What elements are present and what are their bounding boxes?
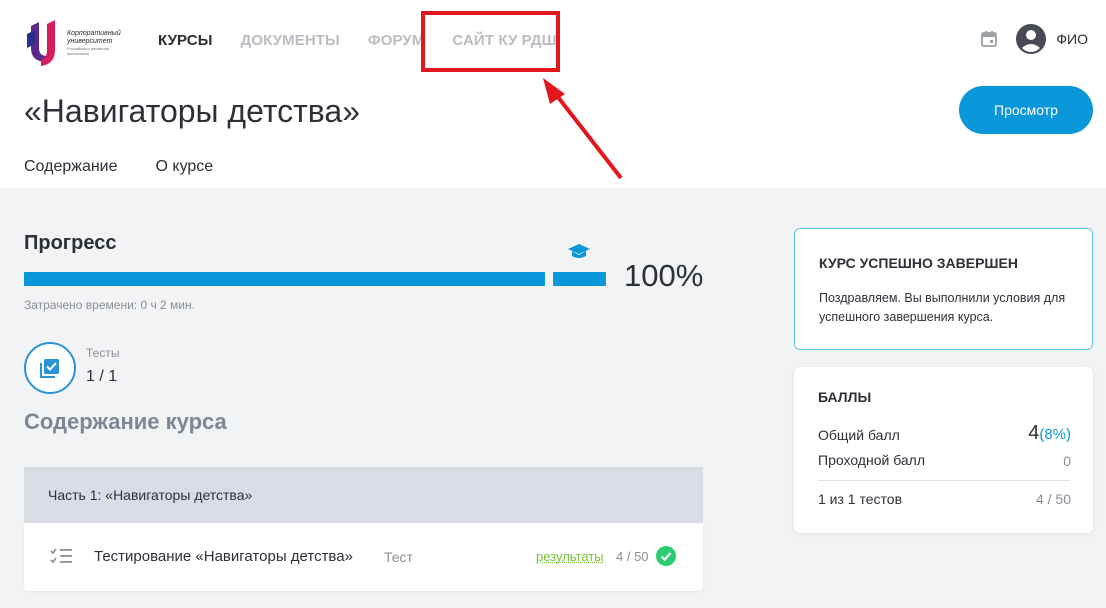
logo-line-3: Российского движения школьников (67, 46, 110, 56)
tests-score-value: 4 / 50 (1035, 491, 1071, 507)
tab-content[interactable]: Содержание (24, 158, 118, 176)
nav-item-courses[interactable]: КУРСЫ (158, 32, 213, 49)
tests-label: Тесты (86, 346, 120, 360)
lesson-type: Тест (384, 549, 413, 565)
graduation-cap-icon (568, 244, 590, 258)
progress-title: Прогресс (24, 232, 117, 254)
account-circle-icon[interactable] (1016, 24, 1047, 54)
pass-score-value: 0 (1063, 453, 1071, 469)
logo-mark-icon (25, 20, 63, 66)
user-name[interactable]: ФИО (1056, 31, 1088, 47)
lesson-name[interactable]: Тестирование «Навигаторы детства» (94, 548, 353, 565)
scores-divider (818, 480, 1070, 481)
logo[interactable]: Корпоративный университет Российского дв… (25, 20, 135, 66)
tests-value: 1 / 1 (86, 368, 118, 385)
annotation-highlight-box (421, 11, 560, 72)
pass-score-label: Проходной балл (818, 452, 926, 468)
checkbox-stack-icon (40, 359, 59, 378)
results-link[interactable]: результаты (536, 549, 604, 564)
tab-about[interactable]: О курсе (156, 158, 214, 176)
scores-card-title: БАЛЛЫ (818, 389, 872, 405)
logo-line-2: университет (67, 38, 113, 45)
part-header[interactable]: Часть 1: «Навигаторы детства» (24, 467, 703, 523)
checklist-icon (50, 548, 72, 564)
logo-line-1: Корпоративный (67, 30, 121, 37)
total-score-percent: (8%) (1039, 426, 1071, 443)
complete-card-title: КУРС УСПЕШНО ЗАВЕРШЕН (819, 255, 1018, 271)
total-score-label: Общий балл (818, 427, 900, 443)
calendar-icon[interactable] (980, 30, 998, 48)
total-score-value: 4(8%) (1028, 422, 1071, 445)
complete-card-text: Поздравляем. Вы выполнили условия для ус… (819, 291, 1066, 324)
part-title: Часть 1: «Навигаторы детства» (48, 487, 253, 503)
tests-count-label: 1 из 1 тестов (818, 491, 902, 507)
header-user-area: ФИО (980, 24, 1088, 54)
course-complete-card: КУРС УСПЕШНО ЗАВЕРШЕН Поздравляем. Вы вы… (794, 228, 1093, 350)
progress-bar-end-segment (553, 272, 606, 286)
logo-text: Корпоративный университет Российского дв… (67, 30, 129, 56)
tests-badge (24, 342, 76, 394)
total-score-number: 4 (1028, 422, 1040, 444)
scores-card: БАЛЛЫ Общий балл 4(8%) Проходной балл 0 … (794, 367, 1093, 533)
check-circle-icon (656, 546, 676, 566)
page-title: «Навигаторы детства» (24, 93, 361, 129)
time-spent: Затрачено времени: 0 ч 2 мин. (24, 298, 195, 312)
nav-item-documents[interactable]: ДОКУМЕНТЫ (241, 32, 340, 49)
progress-percent: 100% (624, 258, 704, 293)
progress-bar-fill (24, 272, 545, 286)
nav-item-forum[interactable]: ФОРУМ (368, 32, 425, 49)
course-content-title: Содержание курса (24, 409, 227, 434)
view-button[interactable]: Просмотр (959, 86, 1093, 134)
lesson-row[interactable]: Тестирование «Навигаторы детства» Тест р… (24, 523, 703, 591)
course-tabs: Содержание О курсе (24, 158, 251, 176)
lesson-score: 4 / 50 (616, 549, 649, 564)
